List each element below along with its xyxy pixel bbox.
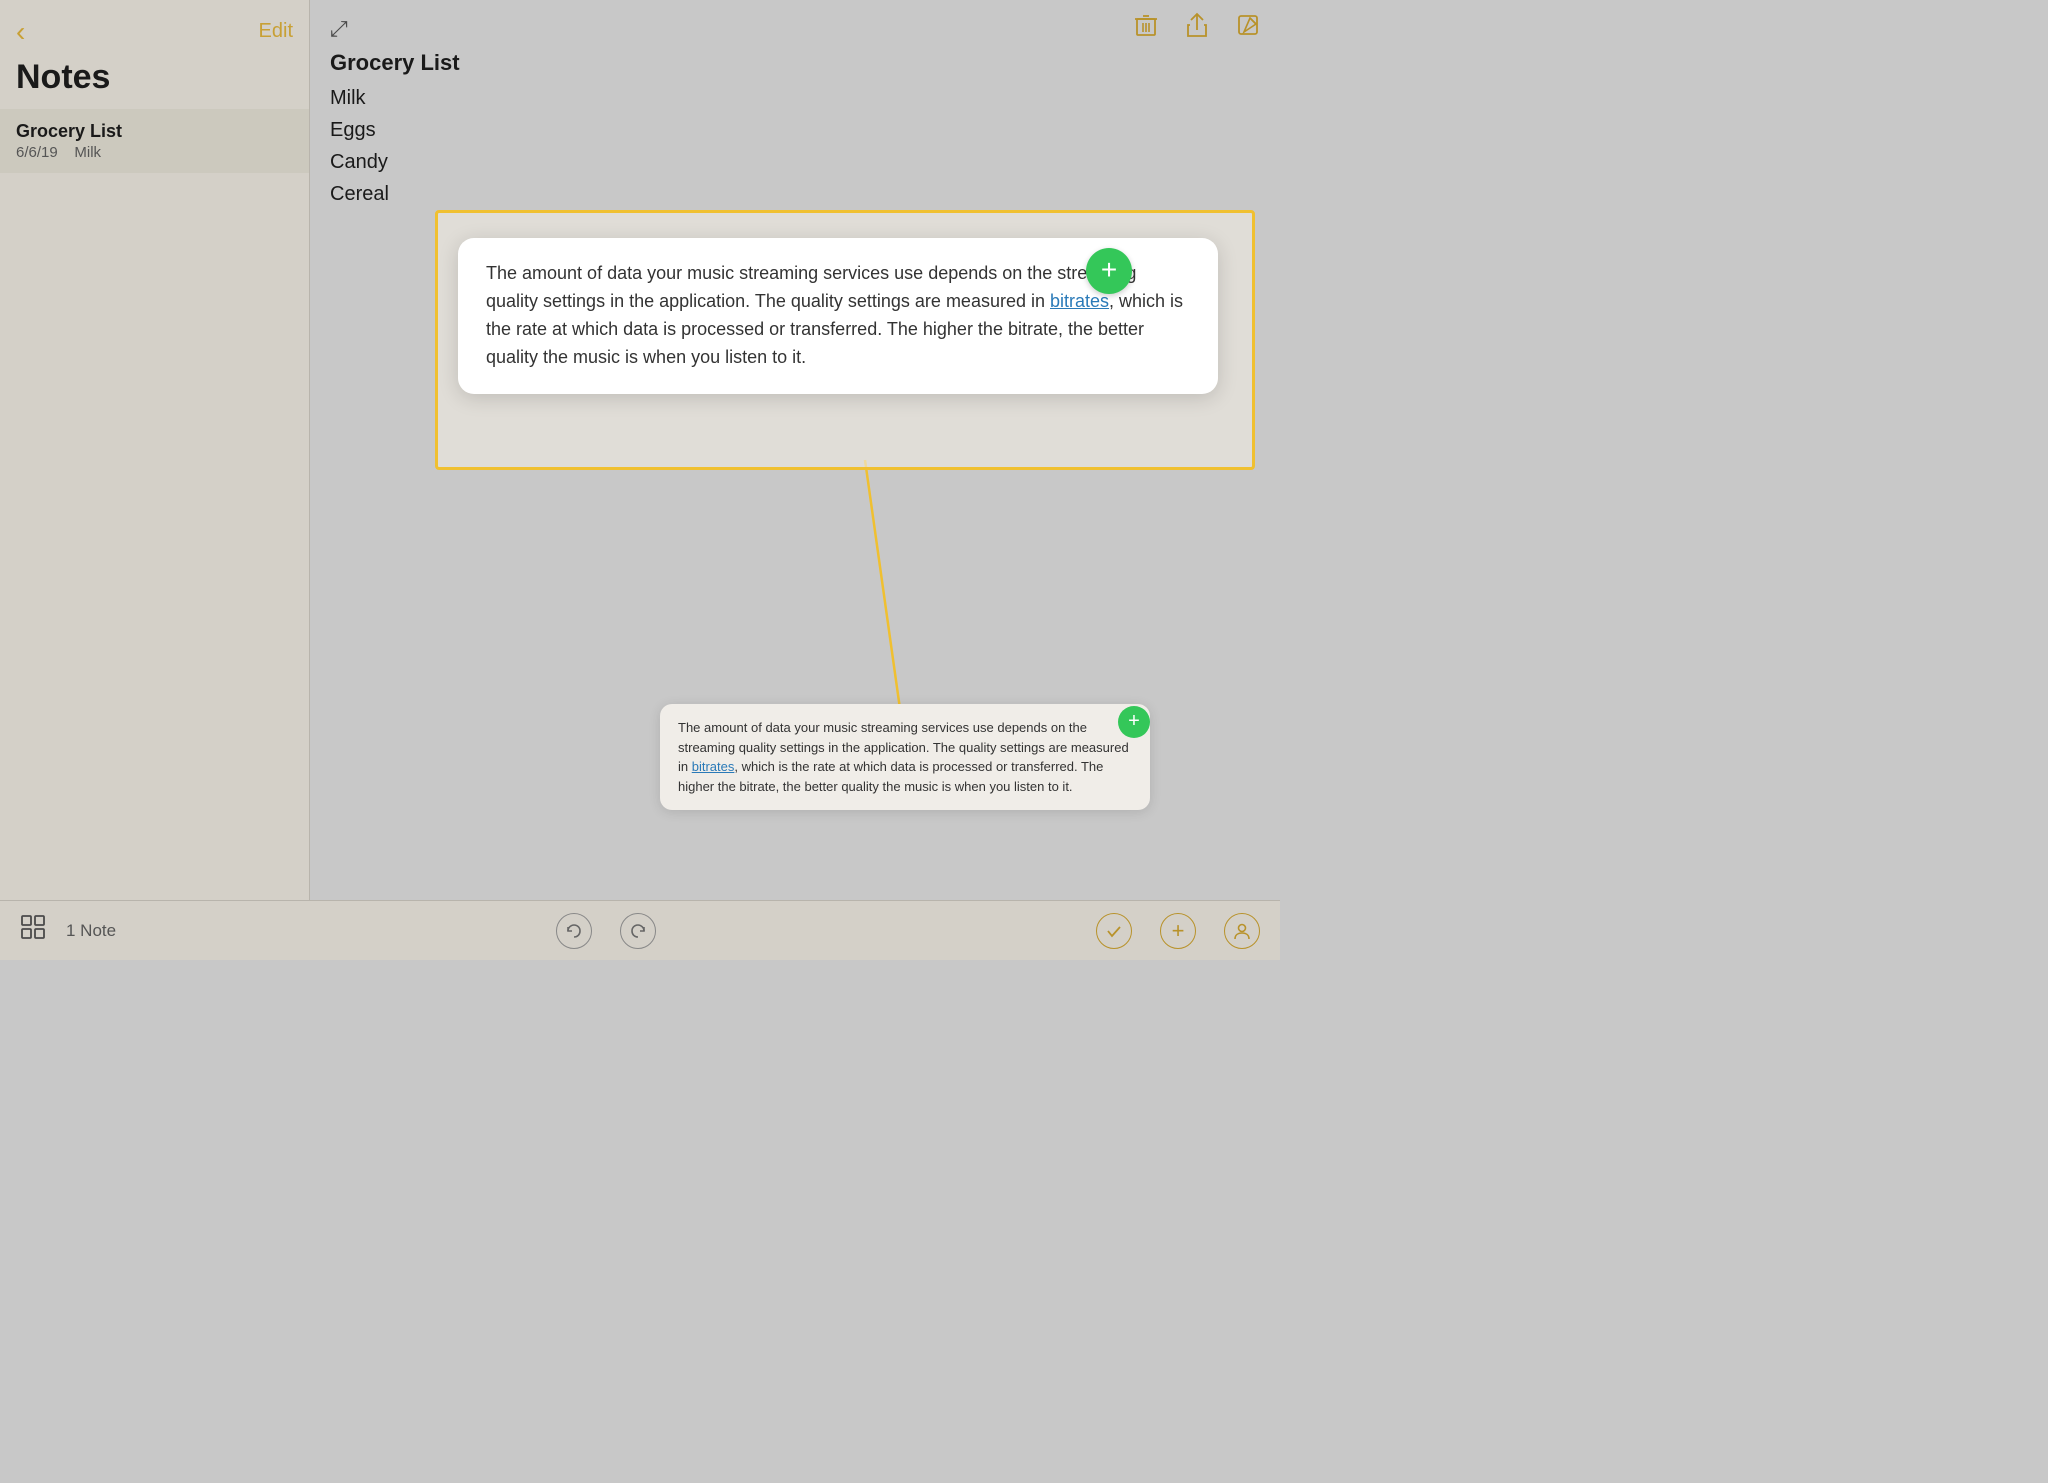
main-content: ⤢ <box>310 0 1280 900</box>
add-annotation-button-small[interactable]: + <box>1118 706 1150 738</box>
sidebar-header: ‹ Edit <box>0 0 309 54</box>
bottom-left-actions: 1 Note <box>20 914 116 947</box>
tooltip-text-small-post: , which is the rate at which data is pro… <box>678 759 1103 794</box>
back-button[interactable]: ‹ <box>16 18 25 46</box>
edit-button[interactable]: Edit <box>259 20 293 43</box>
redo-button[interactable] <box>620 913 656 949</box>
expand-icon[interactable]: ⤢ <box>330 16 348 42</box>
bitrates-link-small[interactable]: bitrates <box>692 759 735 774</box>
note-item-meta: 6/6/19 Milk <box>16 144 293 161</box>
add-annotation-button-large[interactable]: + <box>1086 248 1132 294</box>
bottom-center-actions <box>556 913 656 949</box>
sidebar: ‹ Edit Notes Grocery List 6/6/19 Milk <box>0 0 310 900</box>
toolbar-actions <box>1134 12 1260 45</box>
note-list-content: Milk Eggs Candy Cereal <box>330 82 1260 210</box>
note-line-3: Candy <box>330 146 1260 178</box>
note-count-label: 1 Note <box>66 921 116 941</box>
grid-icon[interactable] <box>20 914 46 947</box>
person-button[interactable] <box>1224 913 1260 949</box>
bottom-right-actions: + <box>1096 913 1260 949</box>
note-line-2: Eggs <box>330 114 1260 146</box>
tooltip-text-small: The amount of data your music streaming … <box>678 718 1132 796</box>
trash-icon[interactable] <box>1134 12 1158 45</box>
tooltip-text-pre-link: The amount of data your music streaming … <box>486 263 1136 311</box>
note-item-date: 6/6/19 <box>16 144 58 161</box>
undo-button[interactable] <box>556 913 592 949</box>
note-item-preview: Milk <box>74 144 101 161</box>
main-toolbar: ⤢ <box>310 0 1280 57</box>
checkmark-button[interactable] <box>1096 913 1132 949</box>
bottom-toolbar: 1 Note + <box>0 900 1280 960</box>
tooltip-text-large: The amount of data your music streaming … <box>486 260 1190 372</box>
sidebar-title: Notes <box>0 54 309 109</box>
plus-icon-large: + <box>1101 256 1117 284</box>
tooltip-bubble-small: The amount of data your music streaming … <box>660 704 1150 810</box>
note-line-1: Milk <box>330 82 1260 114</box>
share-icon[interactable] <box>1186 12 1208 45</box>
note-item-title: Grocery List <box>16 121 293 142</box>
edit-note-icon[interactable] <box>1236 13 1260 44</box>
note-list-item[interactable]: Grocery List 6/6/19 Milk <box>0 109 309 173</box>
note-line-4: Cereal <box>330 178 1260 210</box>
add-button[interactable]: + <box>1160 913 1196 949</box>
plus-icon-small: + <box>1128 711 1140 731</box>
app-container: ‹ Edit Notes Grocery List 6/6/19 Milk ⤢ <box>0 0 1280 900</box>
bitrates-link-large[interactable]: bitrates <box>1050 291 1109 311</box>
